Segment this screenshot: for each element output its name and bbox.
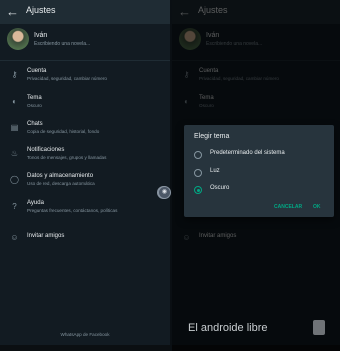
- theme-option-dark[interactable]: Oscuro: [190, 184, 330, 198]
- ok-button[interactable]: OK: [313, 204, 321, 210]
- settings-item-title: Ayuda: [27, 200, 44, 206]
- theme-option-light[interactable]: Luz: [190, 167, 330, 181]
- profile-row[interactable]: Iván Escribiendo una novela...: [0, 24, 170, 58]
- settings-item-subtitle: Preguntas frecuentes, contáctanos, polít…: [27, 208, 118, 213]
- settings-item-title: Notificaciones: [27, 147, 65, 153]
- help-icon: ?: [12, 202, 17, 211]
- divider: [0, 60, 170, 61]
- chat-icon: ▤: [10, 123, 19, 132]
- page-title: Ajustes: [26, 5, 56, 15]
- settings-screen: ← Ajustes Iván Escribiendo una novela...…: [0, 0, 170, 351]
- android-logo-icon: [313, 320, 325, 335]
- option-label: Oscuro: [210, 185, 230, 191]
- settings-item-datos[interactable]: ◯ Datos y almacenamiento Uso de red, des…: [0, 173, 170, 195]
- settings-item-subtitle: Tonos de mensajes, grupos y llamadas: [27, 155, 107, 160]
- theme-option-system[interactable]: Predeterminado del sistema: [190, 149, 330, 163]
- settings-item-invitar[interactable]: ☺ Invitar amigos: [0, 231, 170, 253]
- settings-item-title: Chats: [27, 121, 43, 127]
- people-icon: ☺: [10, 233, 19, 242]
- radio-unchecked-icon[interactable]: [194, 169, 202, 177]
- option-label: Luz: [210, 168, 220, 174]
- radio-checked-icon[interactable]: [194, 186, 202, 194]
- watermark-text: El androide libre: [188, 322, 268, 334]
- settings-item-cuenta[interactable]: ⚷ Cuenta Privacidad, seguridad, cambiar …: [0, 68, 170, 90]
- dialog-title: Elegir tema: [194, 133, 230, 140]
- arrow-left-icon[interactable]: ←: [6, 3, 19, 21]
- profile-status: Escribiendo una novela...: [34, 41, 91, 47]
- data-usage-icon: ◯: [10, 175, 19, 184]
- settings-item-chats[interactable]: ▤ Chats Copia de seguridad, historial, f…: [0, 121, 170, 143]
- settings-item-title: Cuenta: [27, 68, 47, 74]
- settings-item-tema[interactable]: ◐ Tema Oscuro: [0, 95, 170, 117]
- avatar[interactable]: [7, 28, 29, 50]
- bell-icon: ♨: [10, 149, 19, 158]
- option-label: Predeterminado del sistema: [210, 150, 285, 156]
- settings-item-subtitle: Oscuro: [27, 103, 42, 108]
- settings-item-title: Invitar amigos: [27, 233, 65, 239]
- radio-unchecked-icon[interactable]: [194, 151, 202, 159]
- app-bar: ← Ajustes: [0, 0, 170, 24]
- settings-item-subtitle: Copia de seguridad, historial, fondo: [27, 129, 100, 134]
- cancel-button[interactable]: CANCELAR: [274, 204, 302, 210]
- settings-item-subtitle: Uso de red, descarga automática: [27, 181, 95, 186]
- floating-bubble-icon[interactable]: ◉: [158, 186, 171, 199]
- navigation-bar: [0, 345, 170, 351]
- settings-item-title: Datos y almacenamiento: [27, 173, 94, 179]
- settings-item-title: Tema: [27, 95, 42, 101]
- theme-icon: ◐: [12, 97, 17, 106]
- footer-text: WhatsApp de Facebook: [60, 332, 110, 337]
- settings-item-ayuda[interactable]: ? Ayuda Preguntas frecuentes, contáctano…: [0, 200, 170, 222]
- profile-name: Iván: [34, 32, 48, 39]
- settings-screen-dialog: ← Ajustes Iván Escribiendo una novela...…: [172, 0, 340, 351]
- key-icon: ⚷: [11, 70, 18, 79]
- theme-dialog: Elegir tema Predeterminado del sistema L…: [184, 125, 334, 217]
- settings-item-notificaciones[interactable]: ♨ Notificaciones Tonos de mensajes, grup…: [0, 147, 170, 169]
- settings-item-subtitle: Privacidad, seguridad, cambiar número: [27, 76, 107, 81]
